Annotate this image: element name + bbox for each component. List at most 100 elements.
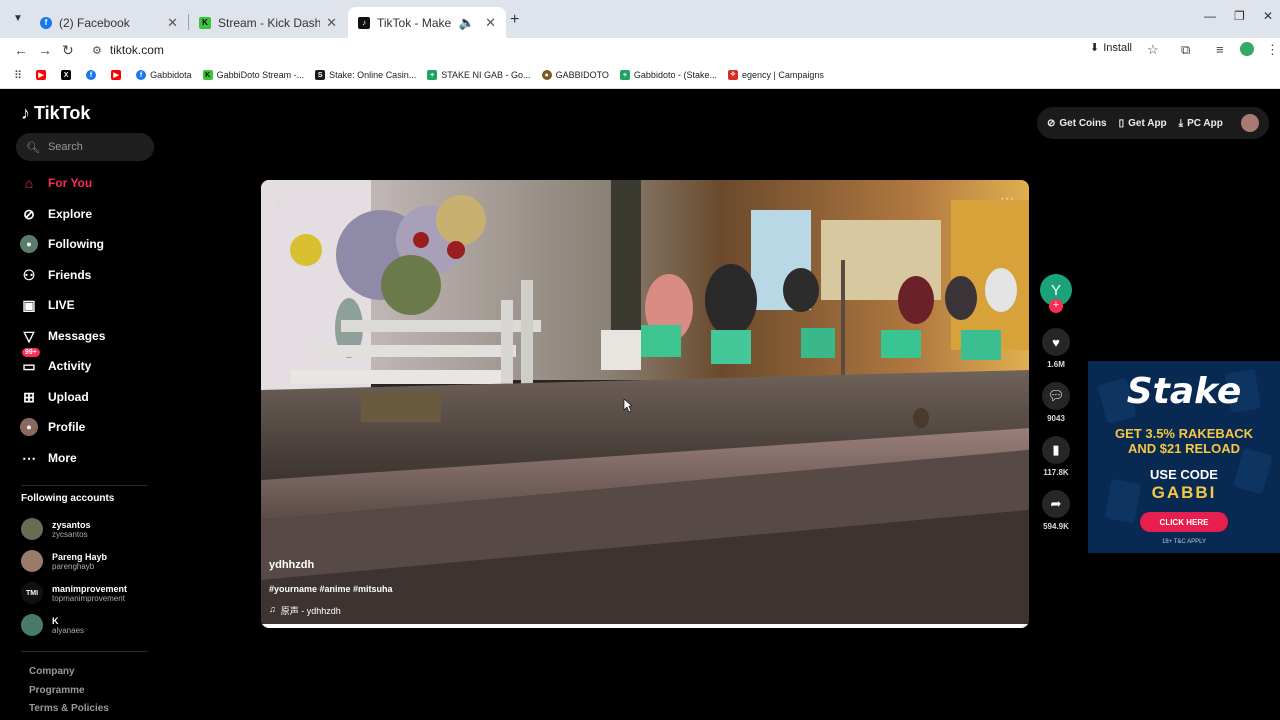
top-actions-bar: ⊘ Get Coins ▯ Get App ⤓ PC App (1037, 107, 1269, 139)
bookmark-stake[interactable]: S Stake: Online Casin... (315, 70, 416, 80)
sidebar-item-upload[interactable]: ⊞ Upload (20, 385, 89, 409)
sidebar-item-more[interactable]: ⋯ More (20, 446, 77, 470)
following-avatar-icon: ● (20, 235, 38, 253)
share-button[interactable]: ➦ 594.9K (1040, 490, 1072, 531)
back-icon[interactable]: ← (14, 42, 28, 58)
bookmark-sheets[interactable]: + STAKE NI GAB - Go... (427, 70, 531, 80)
bookmark-facebook[interactable]: f (86, 70, 100, 80)
tab-title: Stream - Kick Dashboard (218, 15, 321, 30)
search-input[interactable]: 🔍︎ Search (16, 133, 154, 161)
restore-icon[interactable]: ❐ (1234, 9, 1245, 23)
tab-facebook[interactable]: f (2) Facebook ✕ (30, 7, 188, 38)
get-coins-button[interactable]: ⊘ Get Coins (1047, 118, 1107, 129)
profile-avatar-icon: ● (20, 418, 38, 436)
profile-avatar-icon[interactable] (1240, 42, 1254, 56)
pc-app-label: PC App (1187, 117, 1223, 129)
follow-plus-icon[interactable]: + (1049, 299, 1063, 313)
following-account[interactable]: Kalyanaes (21, 614, 84, 636)
kick-favicon-icon: K (199, 16, 211, 29)
volume-icon[interactable]: 🔇︎ (275, 194, 284, 211)
bookmark-egency[interactable]: ⟡ egency | Campaigns (727, 70, 824, 80)
click-here-button[interactable]: CLICK HERE (1140, 512, 1228, 532)
promo-code: GABBI (1151, 483, 1217, 502)
stake-ad-banner[interactable]: Stake GET 3.5% RAKEBACK AND $21 RELOAD U… (1088, 361, 1280, 553)
bookmark-gabbidota[interactable]: f Gabbidota (136, 70, 192, 80)
sheets-icon: + (427, 70, 438, 80)
sidebar-item-friends[interactable]: ⚇ Friends (20, 263, 92, 287)
footer-link-company[interactable]: Company (29, 666, 75, 677)
more-options-icon[interactable]: ⋯ (1000, 190, 1015, 207)
footer-link-programme[interactable]: Programme (29, 685, 85, 696)
pc-app-button[interactable]: ⤓ PC App (1179, 118, 1223, 129)
site-info-icon[interactable]: ⚙ (92, 44, 102, 57)
get-app-button[interactable]: ▯ Get App (1119, 118, 1167, 129)
tab-search-icon[interactable]: ▼ (10, 11, 26, 27)
new-tab-icon[interactable]: + (510, 11, 519, 29)
video-player[interactable]: 🔇︎ ⋯ ydhhzdh #yourname #anime #mitsuha ♫… (261, 180, 1029, 628)
save-button[interactable]: ▮ 117.8K (1040, 436, 1072, 477)
close-tab-icon[interactable]: ✕ (326, 15, 337, 31)
bookmark-star-icon[interactable]: ☆ (1147, 42, 1159, 58)
following-account[interactable]: zysantos zycsantos (21, 518, 91, 540)
install-button[interactable]: ⬇ Install (1090, 41, 1132, 55)
footer-link-terms[interactable]: Terms & Policies (29, 703, 109, 714)
sidebar-item-activity[interactable]: ▭ 99+ Activity (20, 348, 92, 378)
following-account[interactable]: Pareng Hayb parenghayb (21, 550, 107, 572)
forward-icon[interactable]: → (38, 42, 52, 58)
media-controls-icon[interactable]: ≡ (1216, 42, 1224, 57)
nav-label: Activity (48, 359, 92, 373)
activity-badge: 99+ (22, 348, 40, 357)
bookmark-gabbidoto[interactable]: ● GABBIDOTO (541, 70, 609, 80)
tab-tiktok[interactable]: ♪ TikTok - Make Your Day 🔈 ✕ (348, 7, 506, 38)
sidebar-item-messages[interactable]: ▽ Messages (20, 324, 106, 348)
close-tab-icon[interactable]: ✕ (485, 15, 496, 31)
window-close-icon[interactable]: ✕ (1263, 9, 1273, 23)
minimize-icon[interactable]: — (1204, 9, 1216, 23)
video-music[interactable]: ♫ 原声 - ydhhzdh (269, 604, 341, 617)
apps-icon[interactable]: ⠿ (14, 69, 22, 82)
following-account[interactable]: TMI manimprovement topmanimprovement (21, 582, 127, 604)
tiktok-logo[interactable]: ♪ TikTok (21, 103, 90, 124)
bookmark-youtube-2[interactable]: ▶ (111, 70, 125, 80)
account-handle: alyanaes (52, 625, 85, 635)
get-coins-label: Get Coins (1059, 117, 1107, 129)
comment-button[interactable]: 💬︎ 9043 (1040, 382, 1072, 423)
sidebar-divider (21, 651, 148, 652)
account-name: zysantos (52, 519, 91, 530)
install-icon: ⬇ (1090, 42, 1100, 54)
bookmark-youtube[interactable]: ▶ (36, 70, 50, 80)
home-icon: ⌂ (24, 175, 34, 191)
video-progress-bar[interactable] (261, 624, 1029, 628)
url-field[interactable]: ⚙ tiktok.com (84, 38, 1194, 62)
facebook-icon: f (136, 70, 147, 80)
browser-menu-icon[interactable]: ⋮ (1266, 42, 1279, 58)
sidebar-item-profile[interactable]: ● Profile (20, 415, 85, 439)
comment-count: 9043 (1047, 414, 1065, 423)
reload-icon[interactable]: ↻ (62, 42, 74, 59)
avatar (21, 518, 43, 540)
browser-tab-bar: ▼ f (2) Facebook ✕ K Stream - Kick Dashb… (0, 0, 1280, 38)
like-button[interactable]: ♥ 1.6M (1040, 328, 1072, 369)
tab-title: (2) Facebook (59, 15, 130, 30)
video-author[interactable]: ydhhzdh (269, 559, 314, 571)
tab-kick[interactable]: K Stream - Kick Dashboard ✕ (189, 7, 347, 38)
music-title: 原声 - ydhhzdh (280, 606, 341, 616)
creator-avatar[interactable]: Y + (1040, 274, 1072, 313)
close-tab-icon[interactable]: ✕ (167, 15, 178, 31)
sidebar-item-for-you[interactable]: ⌂ For You (20, 171, 92, 195)
extensions-icon[interactable]: ⧉ (1181, 42, 1190, 58)
account-name: Pareng Hayb (52, 551, 108, 562)
bookmark-x[interactable]: X (61, 70, 75, 80)
bookmark-kick[interactable]: K GabbiDoto Stream -... (202, 70, 304, 80)
bookmark-sheets-2[interactable]: + Gabbidoto - (Stake... (619, 70, 717, 80)
following-accounts-header: Following accounts (21, 493, 115, 504)
sidebar-item-following[interactable]: ● Following (20, 232, 104, 256)
sidebar-item-live[interactable]: ▣ LIVE (20, 293, 74, 317)
sidebar-item-explore[interactable]: ⊘ Explore (20, 202, 92, 226)
like-count: 1.6M (1047, 360, 1065, 369)
account-name: manimprovement (52, 583, 128, 594)
user-avatar[interactable] (1240, 114, 1259, 132)
video-hashtags[interactable]: #yourname #anime #mitsuha (269, 584, 393, 594)
offer-line: AND $21 RELOAD (1128, 441, 1240, 456)
speaker-icon[interactable]: 🔈 (459, 15, 475, 31)
